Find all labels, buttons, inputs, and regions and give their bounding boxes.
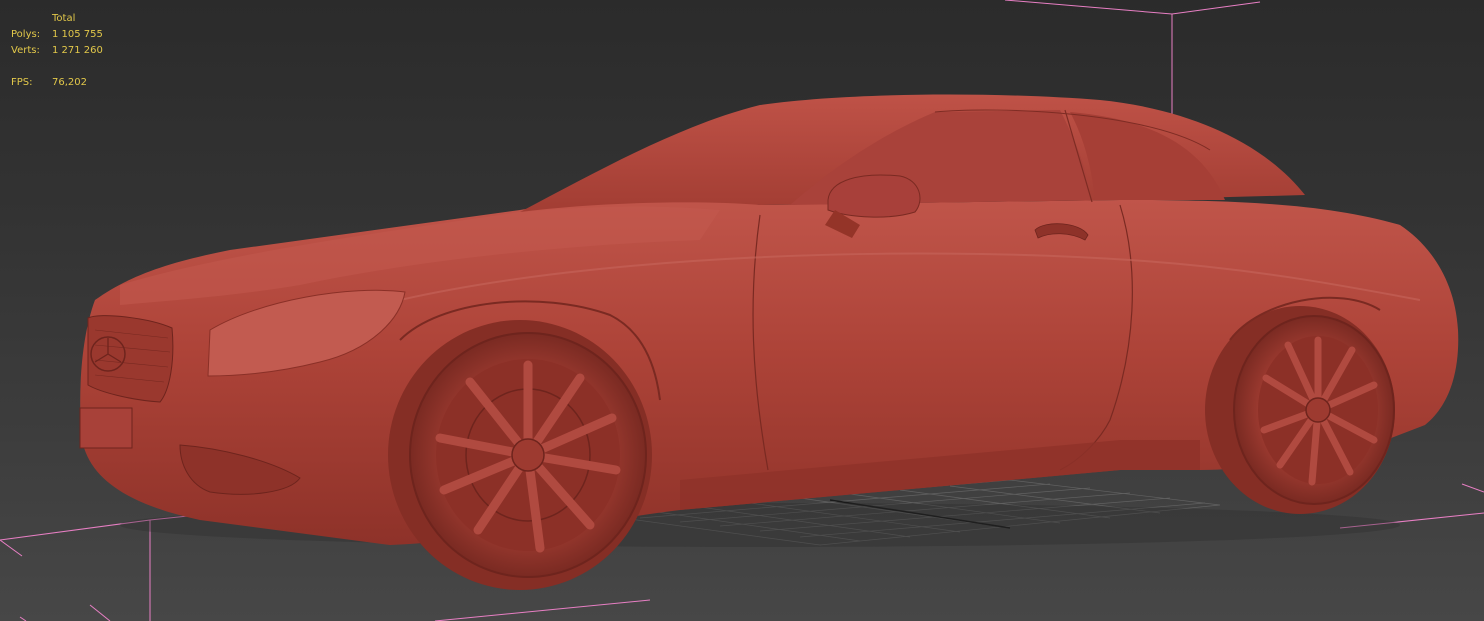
car-model [79, 94, 1459, 590]
verts-row: Verts: 1 271 260 [11, 43, 103, 59]
stats-header-row: Total [11, 11, 103, 27]
polys-label: Polys: [11, 29, 41, 40]
fps-row: FPS: 76,202 [11, 75, 103, 91]
polys-row: Polys: 1 105 755 [11, 27, 103, 43]
rear-wheel-hub-icon [1305, 397, 1331, 423]
viewport-scene[interactable] [0, 0, 1484, 621]
perspective-viewport[interactable]: Total Polys: 1 105 755 Verts: 1 271 260 … [0, 0, 1484, 621]
scene-statistics-overlay: Total Polys: 1 105 755 Verts: 1 271 260 … [11, 11, 103, 91]
license-plate-mount [79, 407, 133, 449]
stats-header: Total [52, 13, 76, 24]
verts-value: 1 271 260 [52, 45, 103, 56]
front-wheel-hub-icon [511, 438, 545, 472]
fps-label: FPS: [11, 77, 33, 88]
fps-value: 76,202 [52, 77, 87, 88]
verts-label: Verts: [11, 45, 40, 56]
front-wheel [388, 320, 652, 590]
polys-value: 1 105 755 [52, 29, 103, 40]
